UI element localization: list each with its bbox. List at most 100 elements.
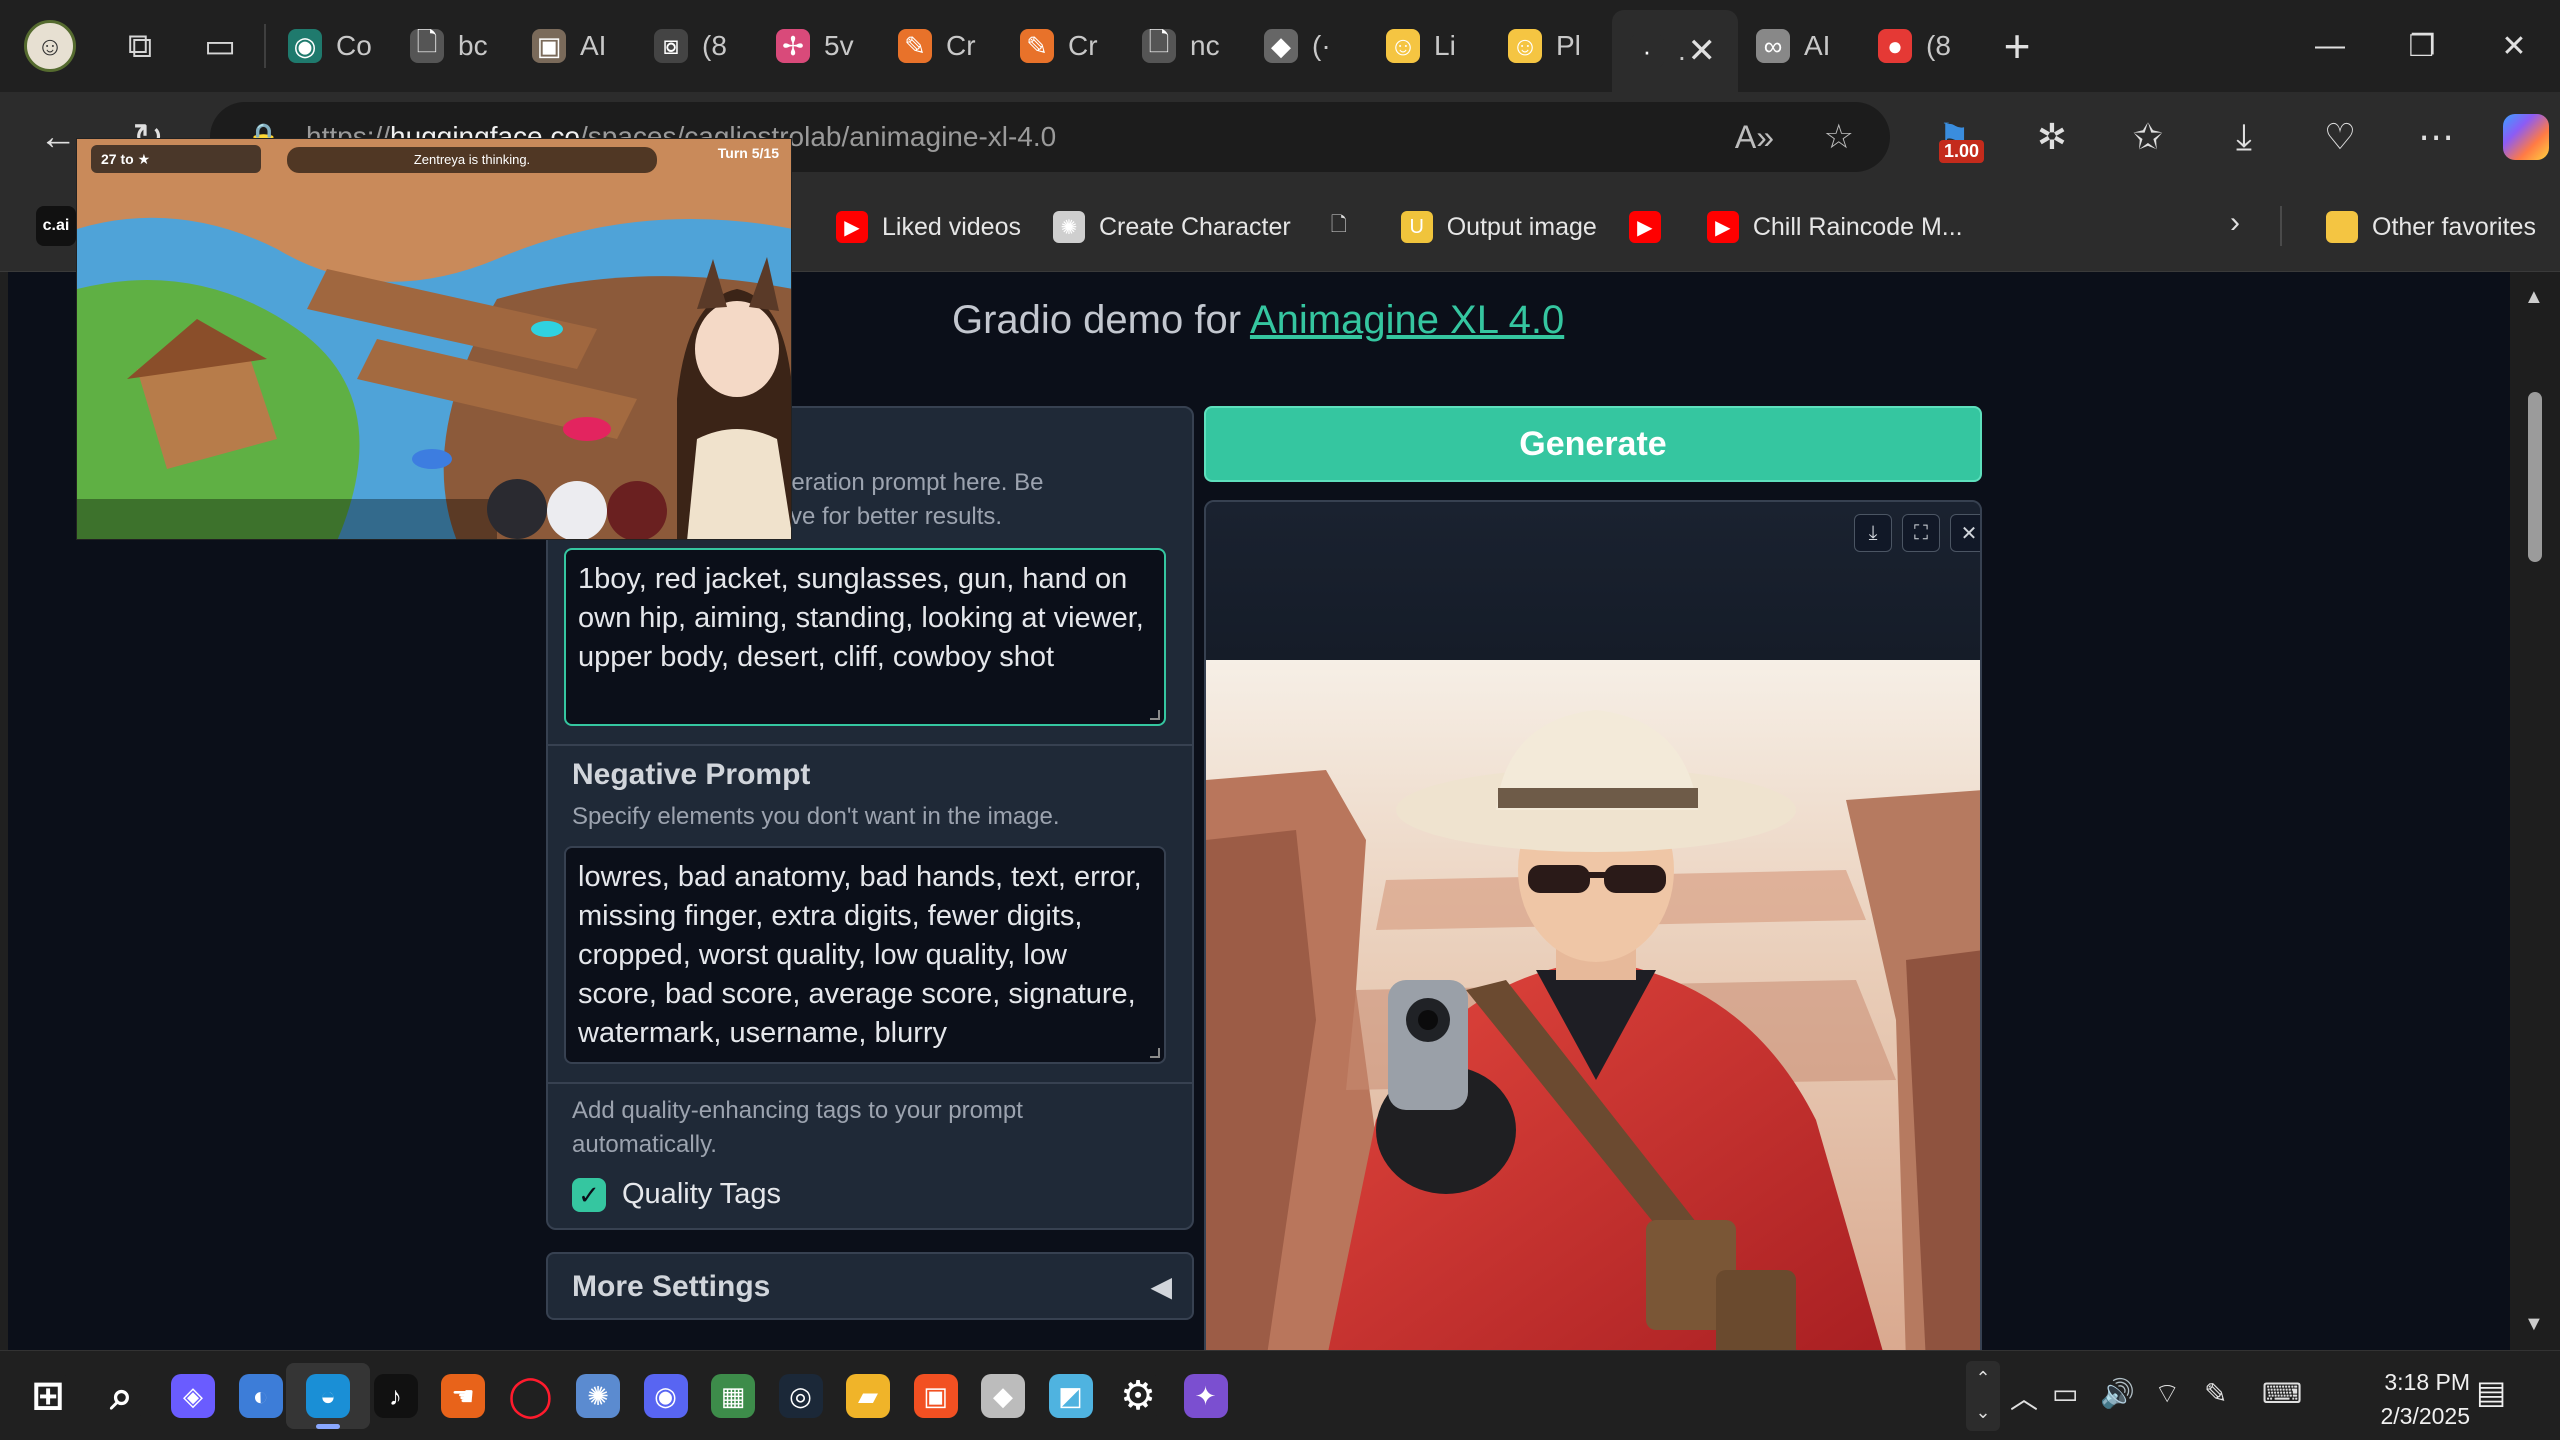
more-menu-icon[interactable]: ⋯ bbox=[2404, 107, 2468, 167]
browser-tab[interactable]: ⧇ (8 bbox=[636, 10, 758, 82]
keyboard-icon[interactable]: ⌨ bbox=[2262, 1377, 2302, 1410]
browser-tab[interactable]: ✢ 5v bbox=[758, 10, 880, 82]
cube-icon: ◆ bbox=[1264, 29, 1298, 63]
gallery-icon: ⧇ bbox=[654, 29, 688, 63]
download-icon[interactable]: ⤓ bbox=[1854, 514, 1892, 552]
document-icon: 🗋 bbox=[1142, 27, 1176, 63]
browser-tab[interactable]: ◉ Co bbox=[270, 10, 392, 82]
favorites-icon[interactable]: ✩ bbox=[2116, 107, 2180, 167]
favorite-item[interactable]: ▶ bbox=[1613, 199, 1691, 255]
favorite-item[interactable]: ▶ Liked videos bbox=[820, 199, 1037, 255]
profile-avatar[interactable]: ☺ bbox=[0, 0, 100, 92]
resize-handle[interactable] bbox=[1150, 1048, 1160, 1058]
section-divider bbox=[548, 744, 1192, 746]
new-tab-button[interactable]: + bbox=[1982, 0, 2052, 92]
tab-title: Li bbox=[1434, 30, 1456, 61]
favorite-star-icon[interactable]: ☆ bbox=[1824, 117, 1854, 157]
taskbar-scroll-control[interactable]: ⌃ ⌄ bbox=[1966, 1361, 2000, 1431]
prompt-textarea[interactable]: 1boy, red jacket, sunglasses, gun, hand … bbox=[564, 548, 1166, 726]
notifications-icon[interactable]: ▤ bbox=[2476, 1373, 2506, 1411]
extension-badge: 1.00 bbox=[1938, 140, 1984, 163]
favorite-item[interactable]: 🗋 bbox=[1307, 199, 1385, 255]
fullscreen-icon[interactable]: ⛶ bbox=[1902, 514, 1940, 552]
favorite-item[interactable]: ✺ Create Character bbox=[1037, 199, 1307, 255]
browser-tab[interactable]: ✎ Cr bbox=[1002, 10, 1124, 82]
paint-app-icon: ✺ bbox=[576, 1374, 620, 1418]
taskbar-app-button[interactable]: ✦ bbox=[1164, 1363, 1248, 1429]
taskbar-app-button[interactable]: ⊞ bbox=[6, 1363, 90, 1429]
browser-tab-bar: ☺ ⧉ ▭ ◉ Co 🗋 bc ▣ AI ⧇ (8 ✢ 5v ✎ Cr ✎ Cr 🗋 nc ◆ (· ☺ Li ☺ Pl ·… bbox=[0, 0, 2560, 92]
negative-prompt-hint: Specify elements you don't want in the i… bbox=[572, 803, 1060, 830]
browser-tab[interactable]: ● (8 bbox=[1860, 10, 1982, 82]
smiley-icon: ☺ bbox=[1508, 29, 1542, 63]
read-aloud-icon[interactable]: A» bbox=[1735, 119, 1774, 156]
windows-start-icon: ⊞ bbox=[26, 1374, 70, 1418]
favorite-item[interactable]: U Output image bbox=[1385, 199, 1613, 255]
browser-tab[interactable]: ·. ✕ bbox=[1612, 10, 1738, 92]
pip-turn-counter: Turn 5/15 bbox=[718, 145, 779, 161]
favorites-overflow-chevron-icon[interactable]: › bbox=[2230, 206, 2240, 240]
cai-favicon-icon[interactable]: c.ai bbox=[36, 206, 76, 246]
colorful-app-icon: ◐ bbox=[238, 1374, 283, 1418]
document-icon: 🗋 bbox=[410, 27, 444, 63]
pen-icon[interactable]: ✎ bbox=[2204, 1377, 2227, 1410]
favorite-item[interactable]: ▶ Chill Raincode M... bbox=[1691, 199, 1979, 255]
prompt-hint-line2: tive for better results. bbox=[778, 503, 1003, 530]
resize-handle[interactable] bbox=[1150, 710, 1160, 720]
workspaces-icon[interactable]: ⧉ bbox=[100, 0, 180, 92]
browser-tab[interactable]: ☺ Li bbox=[1368, 10, 1490, 82]
animagine-link[interactable]: Animagine XL 4.0 bbox=[1250, 298, 1564, 342]
show-hidden-icons-chevron-icon[interactable]: ︿ bbox=[2010, 1377, 2038, 1417]
smiley-icon: ☺ bbox=[1386, 29, 1420, 63]
youtube-icon: ▶ bbox=[1706, 211, 1739, 243]
copilot-button[interactable] bbox=[2494, 107, 2558, 167]
favorite-label: Liked videos bbox=[882, 212, 1021, 241]
scroll-down-arrow-icon[interactable]: ▼ bbox=[2524, 1313, 2544, 1336]
restore-button[interactable]: ❐ bbox=[2376, 0, 2468, 92]
page-scrollbar[interactable]: ▲ ▼ bbox=[2510, 272, 2560, 1350]
close-window-button[interactable]: ✕ bbox=[2468, 0, 2560, 92]
close-tab-icon[interactable]: ✕ bbox=[1688, 31, 1717, 71]
tab-separator bbox=[264, 24, 266, 68]
browser-tab[interactable]: ∞ AI bbox=[1738, 10, 1860, 82]
close-icon[interactable]: ✕ bbox=[1950, 514, 1980, 552]
pip-score-badge: 27 to ★ bbox=[91, 145, 261, 173]
extension-flag-button[interactable]: ⚑ 1.00 bbox=[1922, 107, 1986, 167]
other-favorites-folder[interactable]: Other favorites bbox=[2310, 199, 2552, 255]
browser-tab[interactable]: 🗋 nc bbox=[1124, 10, 1246, 82]
browser-essentials-icon[interactable]: ♡ bbox=[2308, 107, 2372, 167]
wifi-icon[interactable]: ⌔ bbox=[2154, 1377, 2180, 1412]
tab-title: Co bbox=[336, 30, 372, 61]
tab-actions-icon[interactable]: ▭ bbox=[180, 0, 260, 92]
profile-avatar-icon: ☺ bbox=[24, 20, 76, 72]
tiktok-icon: ♪ bbox=[373, 1374, 418, 1418]
scrollbar-thumb[interactable] bbox=[2528, 392, 2542, 562]
volume-icon[interactable]: 🔊 bbox=[2100, 1377, 2135, 1410]
tab-title: 5v bbox=[824, 30, 854, 61]
tab-title: (8 bbox=[1926, 30, 1951, 61]
browser-tab[interactable]: ✎ Cr bbox=[880, 10, 1002, 82]
generate-button[interactable]: Generate bbox=[1204, 406, 1982, 482]
picture-in-picture-window[interactable]: 27 to ★ Zentreya is thinking. Turn 5/15 bbox=[76, 138, 792, 540]
tab-title: Pl bbox=[1556, 30, 1581, 61]
negative-prompt-textarea[interactable]: lowres, bad anatomy, bad hands, text, er… bbox=[564, 846, 1166, 1064]
extensions-icon[interactable]: ✲ bbox=[2020, 107, 2084, 167]
pip-turn-value: 5/15 bbox=[751, 145, 779, 161]
page-title-prefix: Gradio demo for bbox=[952, 298, 1250, 342]
taskbar-clock[interactable]: 3:18 PM 2/3/2025 bbox=[2320, 1365, 2470, 1433]
image-icon: ▣ bbox=[532, 29, 566, 63]
scroll-up-arrow-icon[interactable]: ▲ bbox=[2524, 286, 2544, 309]
downloads-icon[interactable]: ⤓ bbox=[2212, 107, 2276, 167]
browser-tab[interactable]: 🗋 bc bbox=[392, 10, 514, 82]
battery-icon[interactable]: ▭ bbox=[2052, 1377, 2078, 1410]
copilot-icon bbox=[2503, 114, 2549, 160]
youtube-icon: ▶ bbox=[836, 211, 868, 243]
quality-hint: Add quality-enhancing tags to your promp… bbox=[572, 1097, 1023, 1158]
game-scene-image bbox=[77, 139, 791, 539]
browser-tab[interactable]: ◆ (· bbox=[1246, 10, 1368, 82]
minimize-button[interactable]: — bbox=[2284, 0, 2376, 92]
quality-tags-checkbox[interactable]: ✓ bbox=[572, 1178, 606, 1212]
browser-tab[interactable]: ☺ Pl bbox=[1490, 10, 1612, 82]
browser-tab[interactable]: ▣ AI bbox=[514, 10, 636, 82]
more-settings-accordion[interactable]: More Settings ◀ bbox=[546, 1252, 1194, 1320]
